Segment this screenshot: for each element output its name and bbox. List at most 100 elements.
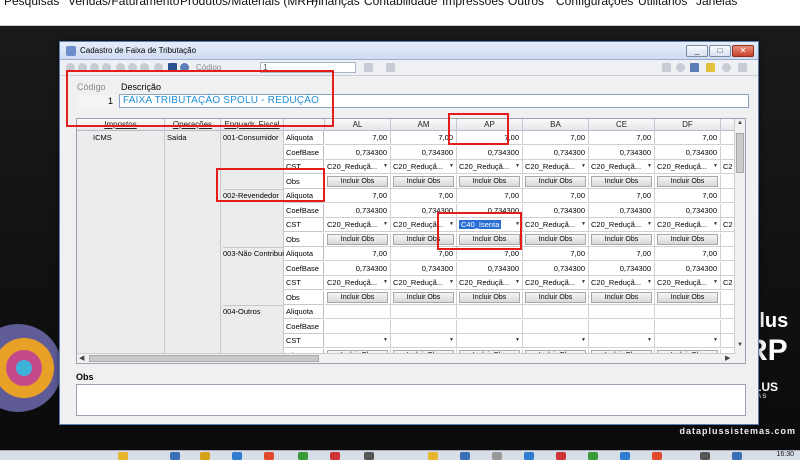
grid-cell-cst[interactable]: C20_Reduçã... [523, 218, 589, 232]
grid-cell-cst[interactable]: C20_Reduçã... [325, 218, 391, 232]
grid-cell-aliquota[interactable]: 7,00 [523, 131, 589, 145]
taskbar-app-icon[interactable] [732, 452, 742, 460]
grid-cell-coefbase[interactable]: 0,734300 [391, 145, 457, 160]
menu-impressoes[interactable]: Impressões [442, 0, 504, 8]
grid-cell-coefbase[interactable]: 0,734300 [325, 261, 391, 276]
grid-cell-coefbase[interactable]: 0,734300 [589, 145, 655, 160]
grid-cell-cst[interactable]: C20_Reduçã... [523, 160, 589, 174]
grid-cell-coefbase[interactable]: 0,734300 [325, 203, 391, 218]
search-icon[interactable] [676, 63, 685, 72]
incluir-obs-button[interactable]: Incluir Obs [459, 175, 520, 187]
taskbar-app-icon[interactable] [652, 452, 662, 460]
grid-cell-coefbase[interactable] [655, 319, 721, 334]
menu-icon[interactable] [738, 63, 747, 72]
grid-cell-coefbase[interactable] [325, 319, 391, 334]
incluir-obs-button[interactable]: Incluir Obs [327, 175, 388, 187]
taskbar-app-icon[interactable] [556, 452, 566, 460]
taskbar-app-icon[interactable] [364, 452, 374, 460]
scroll-down-icon[interactable]: ▼ [737, 342, 743, 348]
enquadr-cell-001[interactable]: 001-Consumidor [223, 133, 278, 142]
grid-cell-aliquota[interactable]: 7,00 [589, 131, 655, 145]
incluir-obs-button[interactable]: Incluir Obs [591, 233, 652, 245]
taskbar-app-icon[interactable] [298, 452, 308, 460]
taskbar-app-icon[interactable] [588, 452, 598, 460]
incluir-obs-button[interactable]: Incluir Obs [591, 175, 652, 187]
taskbar-app-icon[interactable] [700, 452, 710, 460]
grid-cell-aliquota[interactable]: 7,00 [523, 189, 589, 203]
incluir-obs-button[interactable]: Incluir Obs [525, 175, 586, 187]
grid-cell-coefbase[interactable] [391, 319, 457, 334]
grid-cell-coefbase[interactable]: 0,734300 [655, 145, 721, 160]
taskbar-app-icon[interactable] [330, 452, 340, 460]
grid-cell-coefbase[interactable]: 0,734300 [589, 261, 655, 276]
window-titlebar[interactable]: Cadastro de Faixa de Tributação _ □ ✕ [60, 42, 758, 60]
grid-cell-aliquota[interactable]: 7,00 [655, 131, 721, 145]
grid-cell-cst[interactable]: C20_Reduçã... [457, 160, 523, 174]
enquadr-cell-004[interactable]: 004-Outros [223, 307, 261, 316]
grid-cell-aliquota[interactable] [655, 305, 721, 319]
menu-produtos[interactable]: Produtos/Materiais (MRP) [180, 0, 318, 8]
grid-cell-cst[interactable]: C20_Reduçã... [391, 276, 457, 290]
taskbar-app-icon[interactable] [492, 452, 502, 460]
incluir-obs-button[interactable]: Incluir Obs [327, 233, 388, 245]
incluir-obs-button[interactable]: Incluir Obs [393, 291, 454, 303]
grid-cell-aliquota[interactable]: 7,00 [523, 247, 589, 261]
col-df[interactable]: DF [655, 119, 721, 131]
close-button[interactable]: ✕ [732, 45, 754, 57]
grid-cell-coefbase[interactable]: 0,734300 [523, 261, 589, 276]
col-al[interactable]: AL [325, 119, 391, 131]
operacao-cell[interactable]: Saída [167, 133, 187, 142]
grid-cell-coefbase[interactable]: 0,734300 [655, 203, 721, 218]
taskbar-app-icon[interactable] [118, 452, 128, 460]
menu-janelas[interactable]: Janelas [696, 0, 737, 8]
grid-cell-aliquota[interactable] [589, 305, 655, 319]
grid-cell-aliquota[interactable]: 7,00 [325, 247, 391, 261]
grid-cell-cst[interactable] [523, 334, 589, 348]
grid-cell-cst[interactable] [589, 334, 655, 348]
col-ce[interactable]: CE [589, 119, 655, 131]
menu-configuracoes[interactable]: Configurações [556, 0, 633, 8]
obs-textarea[interactable] [76, 384, 746, 416]
incluir-obs-button[interactable]: Incluir Obs [393, 175, 454, 187]
col-ba[interactable]: BA [523, 119, 589, 131]
maximize-button[interactable]: □ [709, 45, 731, 57]
grid-vertical-scrollbar[interactable]: ▲ ▼ [734, 119, 745, 363]
taskbar-app-icon[interactable] [170, 452, 180, 460]
grid-cell-coefbase[interactable]: 0,734300 [457, 261, 523, 276]
menu-contabilidade[interactable]: Contabilidade [364, 0, 437, 8]
menu-utilitarios[interactable]: Utilitários [638, 0, 687, 8]
vertical-scroll-thumb[interactable] [736, 133, 744, 173]
grid-cell-coefbase[interactable]: 0,734300 [589, 203, 655, 218]
grid-cell-cst[interactable]: C20_Reduçã... [589, 218, 655, 232]
taskbar-app-icon[interactable] [200, 452, 210, 460]
taskbar-app-icon[interactable] [524, 452, 534, 460]
menu-outros[interactable]: Outros [508, 0, 544, 8]
grid-cell-coefbase[interactable]: 0,734300 [523, 145, 589, 160]
grid-cell-aliquota[interactable]: 7,00 [655, 247, 721, 261]
help-icon[interactable] [706, 63, 715, 72]
incluir-obs-button[interactable]: Incluir Obs [591, 291, 652, 303]
user-icon[interactable] [722, 63, 731, 72]
grid-cell-cst[interactable]: C20_Reduçã... [589, 276, 655, 290]
grid-cell-aliquota[interactable]: 7,00 [655, 189, 721, 203]
incluir-obs-button[interactable]: Incluir Obs [657, 233, 718, 245]
incluir-obs-button[interactable]: Incluir Obs [657, 175, 718, 187]
grid-cell-aliquota[interactable] [457, 305, 523, 319]
menu-financas[interactable]: Finanças [311, 0, 360, 8]
grid-cell-cst[interactable] [457, 334, 523, 348]
incluir-obs-button[interactable]: Incluir Obs [657, 291, 718, 303]
grid-cell-cst[interactable]: C20_Reduçã... [523, 276, 589, 290]
taskbar-app-icon[interactable] [232, 452, 242, 460]
grid-cell-aliquota[interactable] [391, 305, 457, 319]
grid-cell-cst[interactable] [391, 334, 457, 348]
print-icon[interactable] [386, 63, 395, 72]
grid-cell-cst[interactable]: C20_Reduçã... [655, 160, 721, 174]
grid-cell-aliquota[interactable]: 7,00 [391, 189, 457, 203]
settings-icon[interactable] [690, 63, 699, 72]
grid-cell-cst[interactable]: C20_Reduçã... [325, 276, 391, 290]
grid-cell-coefbase[interactable]: 0,734300 [391, 261, 457, 276]
menu-vendas[interactable]: Vendas/Faturamento [68, 0, 179, 8]
incluir-obs-button[interactable]: Incluir Obs [525, 233, 586, 245]
window-icon-a[interactable] [662, 63, 671, 72]
grid-cell-coefbase[interactable]: 0,734300 [523, 203, 589, 218]
